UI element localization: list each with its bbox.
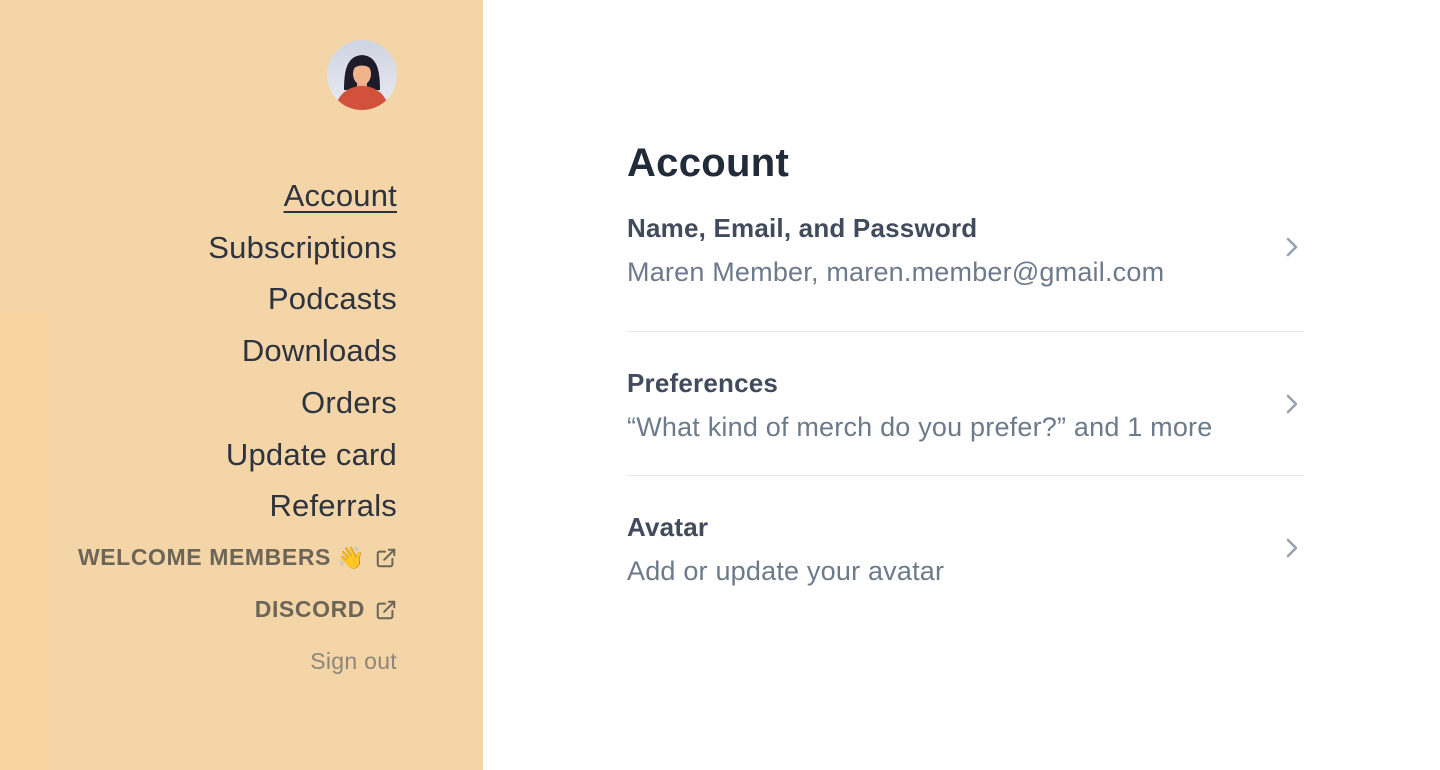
row-subtitle: “What kind of merch do you prefer?” and … bbox=[627, 412, 1213, 442]
chevron-right-icon bbox=[1280, 536, 1304, 560]
avatar-image bbox=[327, 40, 397, 110]
settings-row-preferences[interactable]: Preferences “What kind of merch do you p… bbox=[627, 332, 1304, 476]
row-title: Preferences bbox=[627, 368, 779, 398]
sidebar-item-orders[interactable]: Orders bbox=[301, 377, 397, 429]
page-title: Account bbox=[627, 141, 790, 185]
settings-row-name-email-password[interactable]: Name, Email, and Password Maren Member, … bbox=[627, 212, 1304, 332]
sidebar-item-update-card[interactable]: Update card bbox=[226, 429, 397, 481]
main-content: Account Name, Email, and Password Maren … bbox=[483, 0, 1440, 770]
chevron-right-icon bbox=[1280, 235, 1304, 259]
row-title: Name, Email, and Password bbox=[627, 213, 978, 243]
external-link-icon bbox=[375, 599, 397, 621]
welcome-members-label: WELCOME MEMBERS bbox=[77, 544, 331, 571]
row-subtitle: Maren Member, maren.member@gmail.com bbox=[627, 257, 1165, 287]
sidebar-accent-strip bbox=[0, 312, 48, 770]
sidebar-item-downloads[interactable]: Downloads bbox=[242, 325, 397, 377]
sidebar-item-account[interactable]: Account bbox=[284, 170, 397, 222]
discord-link[interactable]: DISCORD bbox=[255, 584, 397, 636]
account-page: Account Subscriptions Podcasts Downloads… bbox=[0, 0, 1440, 770]
avatar[interactable] bbox=[327, 40, 397, 110]
account-settings: Account Name, Email, and Password Maren … bbox=[627, 140, 1304, 620]
sidebar-nav-column: Account Subscriptions Podcasts Downloads… bbox=[78, 40, 397, 675]
sidebar: Account Subscriptions Podcasts Downloads… bbox=[0, 0, 483, 770]
sign-out-link[interactable]: Sign out bbox=[310, 648, 397, 675]
discord-label: DISCORD bbox=[254, 596, 365, 623]
waving-hand-emoji: 👋 bbox=[337, 544, 365, 570]
row-title: Avatar bbox=[627, 512, 709, 542]
sidebar-item-podcasts[interactable]: Podcasts bbox=[268, 273, 397, 325]
sidebar-item-referrals[interactable]: Referrals bbox=[269, 480, 397, 532]
welcome-members-link[interactable]: WELCOME MEMBERS 👋 bbox=[78, 532, 397, 584]
external-link-icon bbox=[375, 547, 397, 569]
chevron-right-icon bbox=[1280, 392, 1304, 416]
settings-row-avatar[interactable]: Avatar Add or update your avatar bbox=[627, 476, 1304, 620]
row-subtitle: Add or update your avatar bbox=[627, 556, 945, 586]
sidebar-item-subscriptions[interactable]: Subscriptions bbox=[208, 222, 397, 274]
